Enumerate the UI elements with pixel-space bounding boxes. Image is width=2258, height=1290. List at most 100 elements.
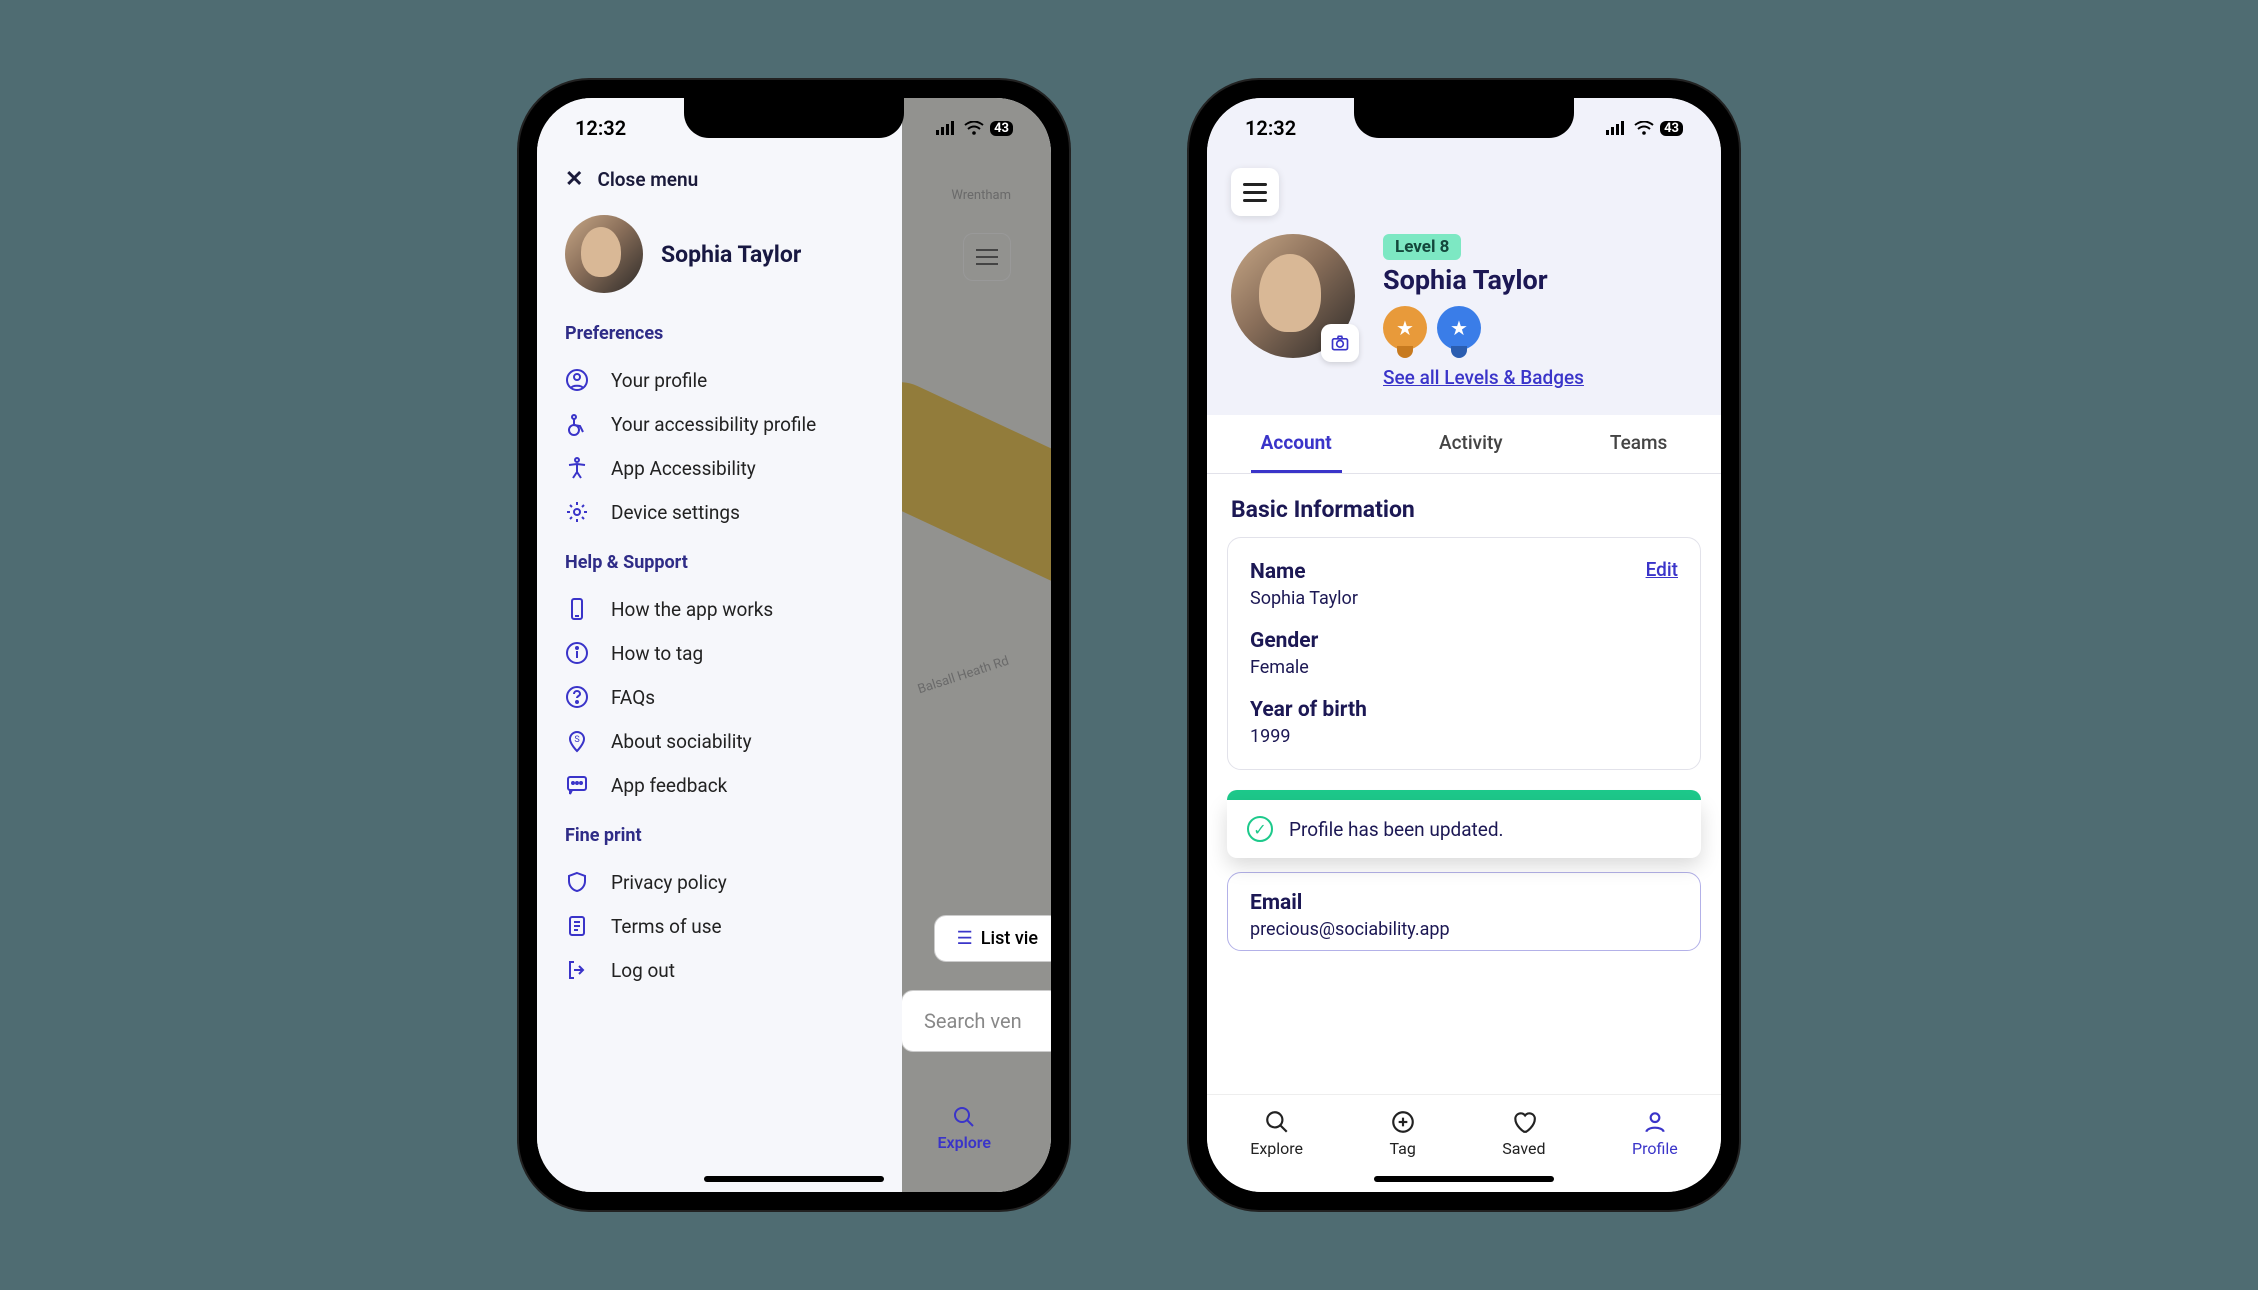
hamburger-button[interactable] [1231,168,1279,216]
list-view-button[interactable]: ☰List vie [934,915,1051,962]
item-how-app-works[interactable]: How the app works [565,587,878,631]
search-icon [1264,1109,1290,1135]
item-logout[interactable]: Log out [565,948,878,992]
item-your-profile[interactable]: Your profile [565,358,878,402]
plus-circle-icon [1390,1109,1416,1135]
tab-account[interactable]: Account [1251,415,1342,473]
email-value: precious@sociability.app [1250,919,1678,940]
item-feedback[interactable]: App feedback [565,763,878,807]
search-icon [952,1105,976,1129]
tabs: Account Activity Teams [1207,415,1721,474]
nav-label: Explore [1250,1139,1303,1158]
nav-explore[interactable]: Explore [1250,1109,1303,1158]
nav-explore-label: Explore [937,1133,991,1152]
item-privacy[interactable]: Privacy policy [565,860,878,904]
nav-tag[interactable]: Tag [1389,1109,1415,1158]
notch [684,98,904,138]
section-fine-title: Fine print [565,825,878,846]
badge-orange: ★ [1383,306,1427,350]
camera-icon [1330,333,1350,353]
nav-explore[interactable]: Explore [937,1105,991,1152]
search-input[interactable]: Search ven [901,990,1051,1052]
screen: 12:32 43 Level 8 Sophia Taylor [1207,98,1721,1192]
gender-value: Female [1250,657,1678,678]
wifi-icon [964,116,984,140]
item-app-accessibility[interactable]: App Accessibility [565,446,878,490]
heart-icon [1511,1109,1537,1135]
basic-info-card: Edit Name Sophia Taylor Gender Female Ye… [1227,537,1701,770]
drawer-user-name: Sophia Taylor [661,241,801,268]
drawer: ✕ Close menu Sophia Taylor Preferences Y… [537,98,902,1192]
shield-icon [565,870,589,894]
gender-label: Gender [1250,629,1678,653]
item-faqs[interactable]: FAQs [565,675,878,719]
item-terms[interactable]: Terms of use [565,904,878,948]
close-menu-label: Close menu [597,168,698,191]
section-help-title: Help & Support [565,552,878,573]
camera-button[interactable] [1321,324,1359,362]
chat-icon [565,773,589,797]
map-hamburger-button[interactable] [963,233,1011,281]
signal-icon [1606,116,1628,140]
nav-profile[interactable]: Profile [1632,1109,1678,1158]
info-icon [565,641,589,665]
level-badge: Level 8 [1383,234,1461,260]
edit-link[interactable]: Edit [1646,558,1678,581]
item-label: Your profile [611,369,707,392]
item-how-to-tag[interactable]: How to tag [565,631,878,675]
phone-menu: 12:32 43 Wrentham Balsall Heath Rd ☰List… [519,80,1069,1210]
item-accessibility-profile[interactable]: Your accessibility profile [565,402,878,446]
profile-info: Level 8 Sophia Taylor ★ ★ See all Levels… [1383,234,1584,389]
nav-label: Profile [1632,1139,1678,1158]
section-title: Basic Information [1207,474,1721,537]
nav-saved[interactable]: Saved [1502,1109,1545,1158]
email-card: Email precious@sociability.app [1227,872,1701,951]
yob-value: 1999 [1250,726,1678,747]
email-label: Email [1250,891,1678,915]
document-icon [565,914,589,938]
item-label: Terms of use [611,915,722,938]
signal-icon [936,116,958,140]
status-time: 12:32 [1245,116,1296,140]
location-icon: S [565,729,589,753]
see-all-link[interactable]: See all Levels & Badges [1383,366,1584,389]
item-label: App Accessibility [611,457,756,480]
item-label: How the app works [611,598,773,621]
check-circle-icon: ✓ [1247,816,1273,842]
close-menu-button[interactable]: ✕ Close menu [565,168,878,191]
nav-label: Saved [1502,1139,1545,1158]
item-label: Privacy policy [611,871,727,894]
drawer-profile[interactable]: Sophia Taylor [565,215,878,293]
toast-body: ✓ Profile has been updated. [1227,800,1701,858]
item-device-settings[interactable]: Device settings [565,490,878,534]
item-label: How to tag [611,642,703,665]
item-label: FAQs [611,686,655,709]
avatar [565,215,643,293]
home-indicator [704,1176,884,1182]
phone-profile: 12:32 43 Level 8 Sophia Taylor [1189,80,1739,1210]
accessibility-icon [565,456,589,480]
item-label: App feedback [611,774,727,797]
close-icon: ✕ [565,169,583,191]
avatar[interactable] [1231,234,1355,358]
question-icon [565,685,589,709]
status-time: 12:32 [575,116,626,140]
item-about[interactable]: S About sociability [565,719,878,763]
profile-header: Level 8 Sophia Taylor ★ ★ See all Levels… [1207,98,1721,415]
list-icon: ☰ [957,928,973,949]
toast: ✓ Profile has been updated. [1227,790,1701,858]
toast-text: Profile has been updated. [1289,818,1504,841]
item-label: About sociability [611,730,752,753]
person-circle-icon [565,368,589,392]
phone-icon [565,597,589,621]
item-label: Device settings [611,501,740,524]
tab-activity[interactable]: Activity [1429,415,1513,473]
notch [1354,98,1574,138]
tab-teams[interactable]: Teams [1600,415,1677,473]
home-indicator [1374,1176,1554,1182]
battery-icon: 43 [990,121,1013,136]
wheelchair-icon [565,412,589,436]
toast-bar [1227,790,1701,800]
name-label: Name [1250,560,1678,584]
svg-text:S: S [574,735,579,745]
